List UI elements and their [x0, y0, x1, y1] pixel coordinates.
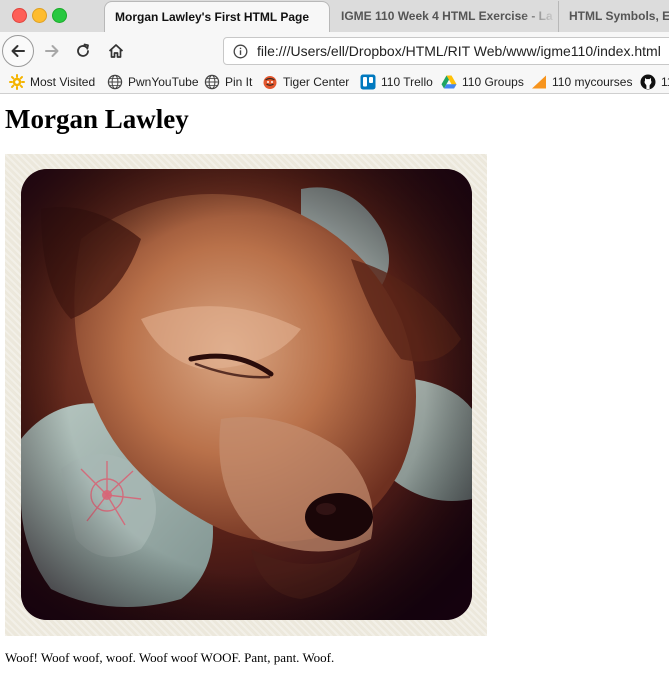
tab-html-symbols[interactable]: HTML Symbols, En: [558, 1, 669, 32]
bookmarks-toolbar: Most Visited PwnYouTube Pin It Tiger Cen…: [0, 70, 669, 94]
arrow-right-icon: [45, 45, 59, 57]
back-button[interactable]: [2, 35, 34, 67]
mycourses-icon: [531, 74, 547, 90]
zoom-window-button[interactable]: [52, 8, 67, 23]
bookmark-most-visited[interactable]: Most Visited: [9, 73, 95, 91]
close-window-button[interactable]: [12, 8, 27, 23]
trello-icon: [360, 74, 376, 90]
navigation-toolbar: file:///Users/ell/Dropbox/HTML/RIT Web/w…: [0, 32, 669, 70]
bookmark-label: 110 mycourses: [552, 75, 633, 89]
url-text: file:///Users/ell/Dropbox/HTML/RIT Web/w…: [257, 43, 661, 59]
reload-button[interactable]: [67, 35, 99, 67]
page-heading: Morgan Lawley: [5, 104, 189, 134]
bookmark-110-mycourses[interactable]: 110 mycourses: [531, 73, 632, 91]
gear-icon: [9, 74, 25, 90]
bookmark-github[interactable]: 11: [640, 73, 669, 91]
minimize-window-button[interactable]: [32, 8, 47, 23]
home-icon: [108, 44, 124, 58]
address-bar[interactable]: file:///Users/ell/Dropbox/HTML/RIT Web/w…: [223, 37, 669, 65]
bookmark-110-trello[interactable]: 110 Trello: [360, 73, 433, 91]
bookmark-label: PwnYouTube: [128, 75, 199, 89]
bookmark-label: 11: [661, 75, 669, 89]
info-icon[interactable]: [233, 44, 248, 64]
bookmark-tiger-center[interactable]: Tiger Center: [262, 73, 349, 91]
tab-strip: Morgan Lawley's First HTML Page IGME 110…: [0, 0, 669, 32]
reload-icon: [77, 43, 89, 57]
dog-photo-frame: [5, 154, 487, 636]
bookmark-pwnyoutube[interactable]: PwnYouTube: [107, 73, 199, 91]
github-icon: [640, 74, 656, 90]
bookmark-pin-it[interactable]: Pin It: [204, 73, 252, 91]
forward-button[interactable]: [36, 35, 68, 67]
globe-icon: [204, 74, 220, 90]
bookmark-label: 110 Groups: [462, 75, 524, 89]
bookmark-label: Pin It: [225, 75, 253, 89]
globe-icon: [107, 74, 123, 90]
home-button[interactable]: [100, 35, 132, 67]
drive-icon: [441, 74, 457, 90]
browser-window-chrome: Morgan Lawley's First HTML Page IGME 110…: [0, 0, 669, 94]
dog-photo: [21, 169, 472, 620]
page-caption: Woof! Woof woof, woof. Woof woof WOOF. P…: [5, 650, 335, 665]
bookmark-label: 110 Trello: [381, 75, 433, 89]
tab-igme-110-exercise[interactable]: IGME 110 Week 4 HTML Exercise - La: [331, 1, 557, 32]
bookmark-110-groups[interactable]: 110 Groups: [441, 73, 524, 91]
tiger-icon: [262, 74, 278, 90]
tab-morgan-lawley[interactable]: Morgan Lawley's First HTML Page: [104, 1, 330, 32]
arrow-left-icon: [11, 45, 25, 57]
bookmark-label: Most Visited: [30, 75, 96, 89]
bookmark-label: Tiger Center: [283, 75, 350, 89]
